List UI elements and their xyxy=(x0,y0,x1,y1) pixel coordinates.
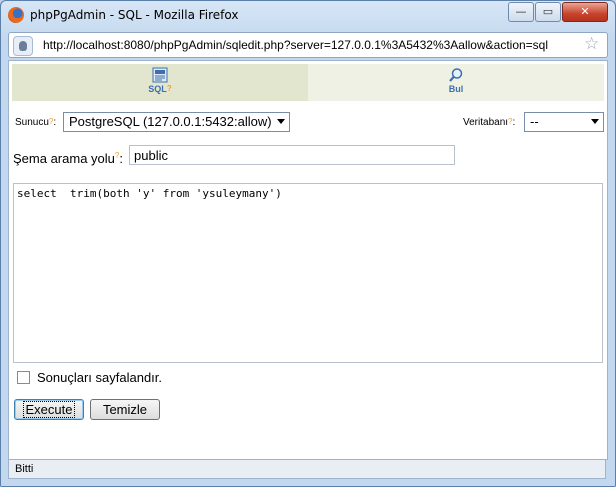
help-icon[interactable]: ? xyxy=(167,84,172,93)
chevron-down-icon xyxy=(277,119,285,124)
address-bar[interactable]: http://localhost:8080/phpPgAdmin/sqledit… xyxy=(8,32,608,58)
database-help-icon[interactable]: ? xyxy=(508,117,512,126)
schema-search-path-input[interactable]: public xyxy=(129,145,455,165)
execute-button[interactable]: Execute xyxy=(14,399,84,420)
minimize-button[interactable]: — xyxy=(508,2,534,22)
schema-label: Şema arama yolu?: xyxy=(13,151,123,166)
sql-textarea[interactable]: select trim(both 'y' from 'ysuleymany') xyxy=(13,183,603,363)
clear-button[interactable]: Temizle xyxy=(90,399,160,420)
execute-button-label: Execute xyxy=(22,401,76,418)
database-select[interactable]: -- xyxy=(524,112,604,132)
chevron-down-icon xyxy=(591,119,599,124)
site-identity-icon[interactable] xyxy=(13,36,33,56)
window-title: phpPgAdmin - SQL - Mozilla Firefox xyxy=(30,8,239,22)
tab-sql[interactable]: SQL? xyxy=(12,64,308,101)
sql-icon xyxy=(152,67,168,83)
tab-find-label: Bul xyxy=(448,84,464,94)
maximize-button[interactable]: ▭ xyxy=(535,2,561,22)
server-help-icon[interactable]: ? xyxy=(49,117,53,126)
schema-help-icon[interactable]: ? xyxy=(115,151,119,160)
page-content: SQL? Bul Sunucu?: PostgreSQL (127.0.0.1:… xyxy=(8,60,608,460)
magnifier-icon xyxy=(449,68,463,82)
bookmark-star-icon[interactable]: ☆ xyxy=(584,34,599,54)
tab-find[interactable]: Bul xyxy=(308,64,604,101)
firefox-icon xyxy=(8,7,24,23)
firefox-window: phpPgAdmin - SQL - Mozilla Firefox — ▭ ✕… xyxy=(0,0,616,487)
database-label: Veritabanı?: xyxy=(463,117,516,128)
server-select[interactable]: PostgreSQL (127.0.0.1:5432:allow) xyxy=(63,112,290,132)
server-select-value: PostgreSQL (127.0.0.1:5432:allow) xyxy=(69,114,272,129)
url-text[interactable]: http://localhost:8080/phpPgAdmin/sqledit… xyxy=(43,38,548,52)
server-label: Sunucu?: xyxy=(15,117,57,128)
paginate-checkbox[interactable] xyxy=(17,371,30,384)
title-bar: phpPgAdmin - SQL - Mozilla Firefox — ▭ ✕ xyxy=(1,1,615,29)
tab-bar: SQL? Bul xyxy=(12,64,604,101)
status-bar: Bitti xyxy=(8,459,606,479)
tab-sql-label: SQL xyxy=(148,84,167,94)
paginate-label[interactable]: Sonuçları sayfalandır. xyxy=(37,370,162,385)
close-button[interactable]: ✕ xyxy=(562,2,608,22)
status-text: Bitti xyxy=(15,463,34,475)
database-select-value: -- xyxy=(530,114,539,129)
